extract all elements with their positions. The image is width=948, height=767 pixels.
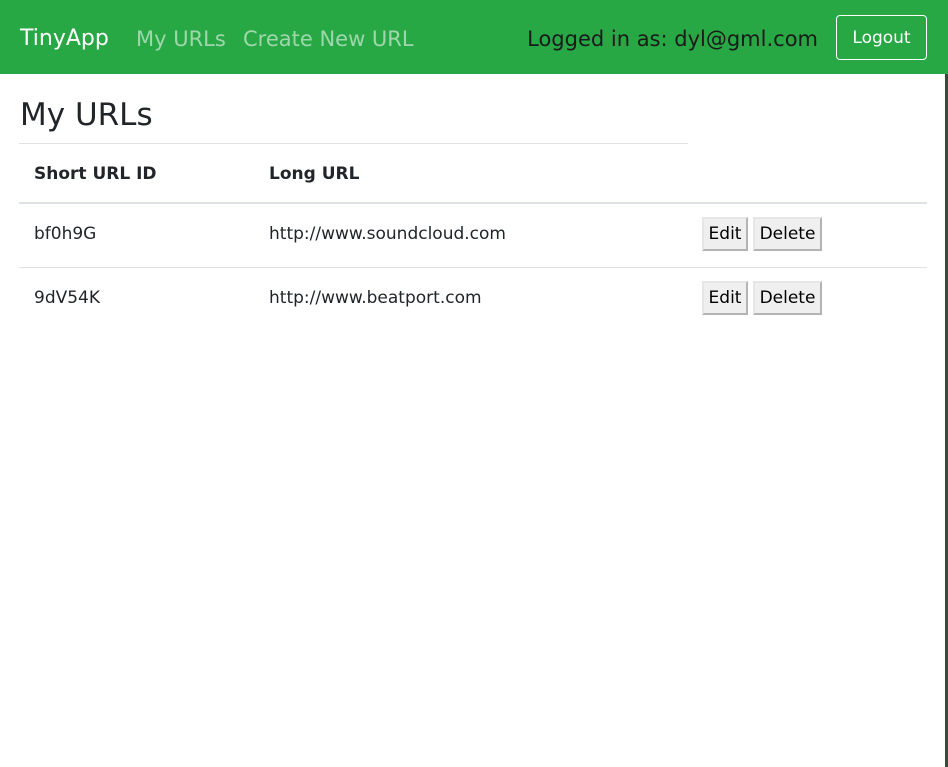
delete-button[interactable]: Delete <box>753 217 822 251</box>
long-url-cell: http://www.soundcloud.com <box>269 224 506 244</box>
delete-button[interactable]: Delete <box>753 281 822 315</box>
short-url-id-cell: bf0h9G <box>34 224 97 244</box>
table-row: bf0h9G http://www.soundcloud.com Edit De… <box>19 204 927 268</box>
logout-button[interactable]: Logout <box>836 15 927 60</box>
edit-button[interactable]: Edit <box>702 281 748 315</box>
edit-button[interactable]: Edit <box>702 217 748 251</box>
column-header-long-url: Long URL <box>269 164 360 184</box>
column-header-short-url-id: Short URL ID <box>34 164 157 184</box>
table-row: 9dV54K http://www.beatport.com Edit Dele… <box>19 268 927 332</box>
nav-link-my-urls[interactable]: My URLs <box>136 24 226 54</box>
logged-in-status: Logged in as: dyl@gml.com <box>527 27 818 51</box>
long-url-cell: http://www.beatport.com <box>269 288 482 308</box>
short-url-id-cell: 9dV54K <box>34 288 101 308</box>
page-title: My URLs <box>20 97 153 133</box>
brand-link[interactable]: TinyApp <box>20 24 109 54</box>
title-divider <box>19 143 688 144</box>
navbar: TinyApp My URLs Create New URL Logged in… <box>0 0 948 74</box>
nav-link-create-new-url[interactable]: Create New URL <box>243 24 414 54</box>
